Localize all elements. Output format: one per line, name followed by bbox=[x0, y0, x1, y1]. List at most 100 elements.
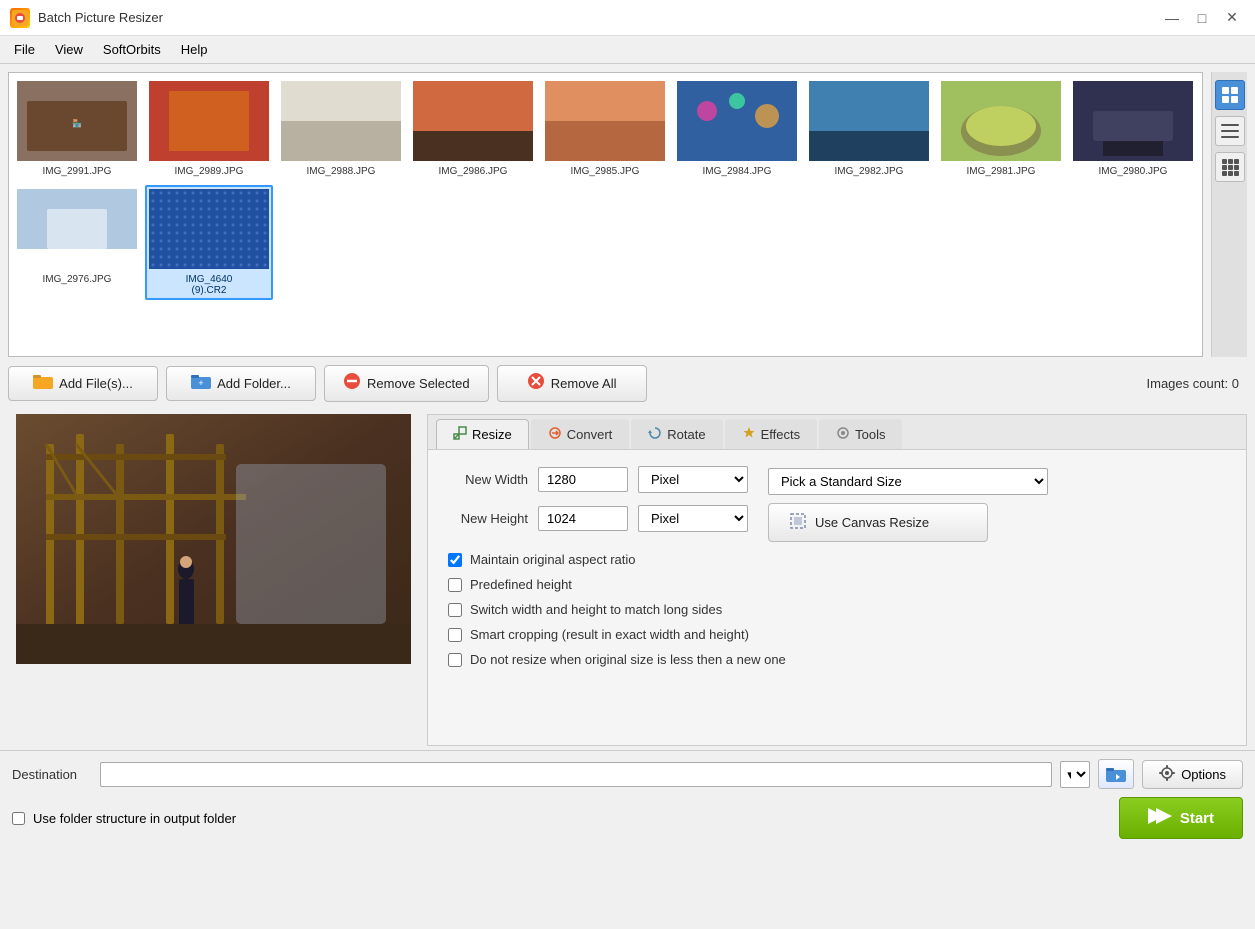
maximize-button[interactable]: □ bbox=[1189, 5, 1215, 31]
add-files-label: Add File(s)... bbox=[59, 376, 133, 391]
convert-tab-label: Convert bbox=[567, 427, 613, 442]
tab-tools[interactable]: Tools bbox=[819, 419, 902, 449]
canvas-resize-button[interactable]: Use Canvas Resize bbox=[768, 503, 988, 542]
start-label: Start bbox=[1180, 810, 1214, 827]
preview-image bbox=[16, 414, 411, 664]
thumb-label: IMG_2982.JPG bbox=[835, 166, 904, 177]
destination-input[interactable] bbox=[100, 762, 1052, 787]
right-sidebar bbox=[1211, 72, 1247, 357]
rotate-tab-label: Rotate bbox=[667, 427, 705, 442]
switch-dimensions-checkbox[interactable] bbox=[448, 603, 462, 617]
gallery-item[interactable]: IMG_2981.JPG bbox=[937, 77, 1065, 181]
app-icon bbox=[10, 8, 30, 28]
rotate-tab-icon bbox=[648, 426, 662, 443]
lower-section: Resize Convert bbox=[0, 410, 1255, 750]
gallery-item[interactable]: 🏪IMG_2991.JPG bbox=[13, 77, 141, 181]
gallery-item[interactable]: IMG_4640(9).CR2 bbox=[145, 185, 273, 300]
standard-size-select[interactable]: Pick a Standard Size 640×480 800×600 102… bbox=[768, 468, 1048, 495]
gallery-item[interactable]: IMG_2986.JPG bbox=[409, 77, 537, 181]
options-label: Options bbox=[1181, 767, 1226, 782]
tab-rotate[interactable]: Rotate bbox=[631, 419, 722, 449]
thumb-label: IMG_2984.JPG bbox=[703, 166, 772, 177]
close-button[interactable]: ✕ bbox=[1219, 5, 1245, 31]
gallery-item[interactable]: IMG_2989.JPG bbox=[145, 77, 273, 181]
menu-help[interactable]: Help bbox=[171, 39, 218, 60]
menu-softorbits[interactable]: SoftOrbits bbox=[93, 39, 171, 60]
preview-column bbox=[0, 410, 427, 750]
gallery-item[interactable]: IMG_2984.JPG bbox=[673, 77, 801, 181]
thumbnail-view-button[interactable] bbox=[1215, 80, 1245, 110]
gallery-item[interactable]: IMG_2982.JPG bbox=[805, 77, 933, 181]
grid-view-button[interactable] bbox=[1215, 152, 1245, 182]
remove-all-label: Remove All bbox=[551, 376, 617, 391]
folder-structure-label: Use folder structure in output folder bbox=[33, 811, 236, 826]
convert-tab-icon bbox=[548, 426, 562, 443]
add-folder-button[interactable]: + Add Folder... bbox=[166, 366, 316, 401]
remove-all-button[interactable]: Remove All bbox=[497, 365, 647, 402]
thumb-label: IMG_2986.JPG bbox=[439, 166, 508, 177]
toolbar: Add File(s)... + Add Folder... Remove Se… bbox=[0, 357, 1255, 410]
svg-text:+: + bbox=[199, 378, 204, 388]
aspect-ratio-checkbox[interactable] bbox=[448, 553, 462, 567]
browse-folder-button[interactable] bbox=[1098, 759, 1134, 789]
resize-tab-icon bbox=[453, 426, 467, 443]
thumb-label: IMG_2989.JPG bbox=[175, 166, 244, 177]
thumb-label: IMG_2980.JPG bbox=[1099, 166, 1168, 177]
thumb-label: IMG_2985.JPG bbox=[571, 166, 640, 177]
thumb-image bbox=[149, 81, 269, 164]
gallery-item[interactable]: IMG_2988.JPG bbox=[277, 77, 405, 181]
remove-all-icon bbox=[527, 372, 545, 395]
resize-content: New Width Pixel Percent New Height bbox=[428, 450, 1246, 693]
minimize-button[interactable]: — bbox=[1159, 5, 1185, 31]
aspect-ratio-label: Maintain original aspect ratio bbox=[470, 552, 635, 567]
effects-tab-label: Effects bbox=[761, 427, 801, 442]
smart-crop-label: Smart cropping (result in exact width an… bbox=[470, 627, 749, 642]
thumb-image bbox=[1073, 81, 1193, 164]
thumb-image bbox=[809, 81, 929, 164]
predefined-height-checkbox[interactable] bbox=[448, 578, 462, 592]
start-icon bbox=[1148, 806, 1172, 830]
gallery-item[interactable]: IMG_2985.JPG bbox=[541, 77, 669, 181]
settings-column: Resize Convert bbox=[427, 410, 1255, 750]
thumb-image bbox=[545, 81, 665, 164]
settings-box: Resize Convert bbox=[427, 414, 1247, 746]
list-view-button[interactable] bbox=[1215, 116, 1245, 146]
app-title: Batch Picture Resizer bbox=[38, 10, 1159, 25]
height-input[interactable] bbox=[538, 506, 628, 531]
menu-view[interactable]: View bbox=[45, 39, 93, 60]
destination-row: Destination ▾ bbox=[12, 759, 1243, 789]
remove-selected-label: Remove Selected bbox=[367, 376, 470, 391]
thumb-label: IMG_4640(9).CR2 bbox=[186, 274, 233, 296]
tab-convert[interactable]: Convert bbox=[531, 419, 630, 449]
checkbox-aspect-ratio: Maintain original aspect ratio bbox=[448, 552, 1226, 567]
thumb-image bbox=[677, 81, 797, 164]
no-resize-checkbox[interactable] bbox=[448, 653, 462, 667]
preview-area bbox=[16, 414, 411, 664]
canvas-icon bbox=[789, 512, 807, 533]
folder-structure-checkbox[interactable] bbox=[12, 812, 25, 825]
add-files-button[interactable]: Add File(s)... bbox=[8, 366, 158, 401]
smart-crop-checkbox[interactable] bbox=[448, 628, 462, 642]
height-unit-select[interactable]: Pixel Percent bbox=[638, 505, 748, 532]
menubar: File View SoftOrbits Help bbox=[0, 36, 1255, 64]
gallery-item[interactable]: IMG_2976.JPG bbox=[13, 185, 141, 300]
start-button[interactable]: Start bbox=[1119, 797, 1243, 839]
canvas-resize-label: Use Canvas Resize bbox=[815, 515, 929, 530]
new-width-label: New Width bbox=[448, 472, 528, 487]
tab-resize[interactable]: Resize bbox=[436, 419, 529, 449]
gallery-item[interactable]: IMG_2980.JPG bbox=[1069, 77, 1197, 181]
remove-selected-button[interactable]: Remove Selected bbox=[324, 365, 489, 402]
tab-effects[interactable]: Effects bbox=[725, 419, 818, 449]
checkbox-switch-dimensions: Switch width and height to match long si… bbox=[448, 602, 1226, 617]
width-input[interactable] bbox=[538, 467, 628, 492]
width-unit-select[interactable]: Pixel Percent bbox=[638, 466, 748, 493]
predefined-height-label: Predefined height bbox=[470, 577, 572, 592]
destination-dropdown[interactable]: ▾ bbox=[1060, 761, 1090, 788]
menu-file[interactable]: File bbox=[4, 39, 45, 60]
bottom-panel: Destination ▾ bbox=[0, 750, 1255, 847]
folder-structure-row: Use folder structure in output folder bbox=[12, 811, 236, 826]
new-height-label: New Height bbox=[448, 511, 528, 526]
destination-label: Destination bbox=[12, 767, 92, 782]
gallery-area: 🏪IMG_2991.JPG IMG_2989.JPG IMG_2988.JPG IMG… bbox=[8, 72, 1203, 357]
options-button[interactable]: Options bbox=[1142, 760, 1243, 789]
